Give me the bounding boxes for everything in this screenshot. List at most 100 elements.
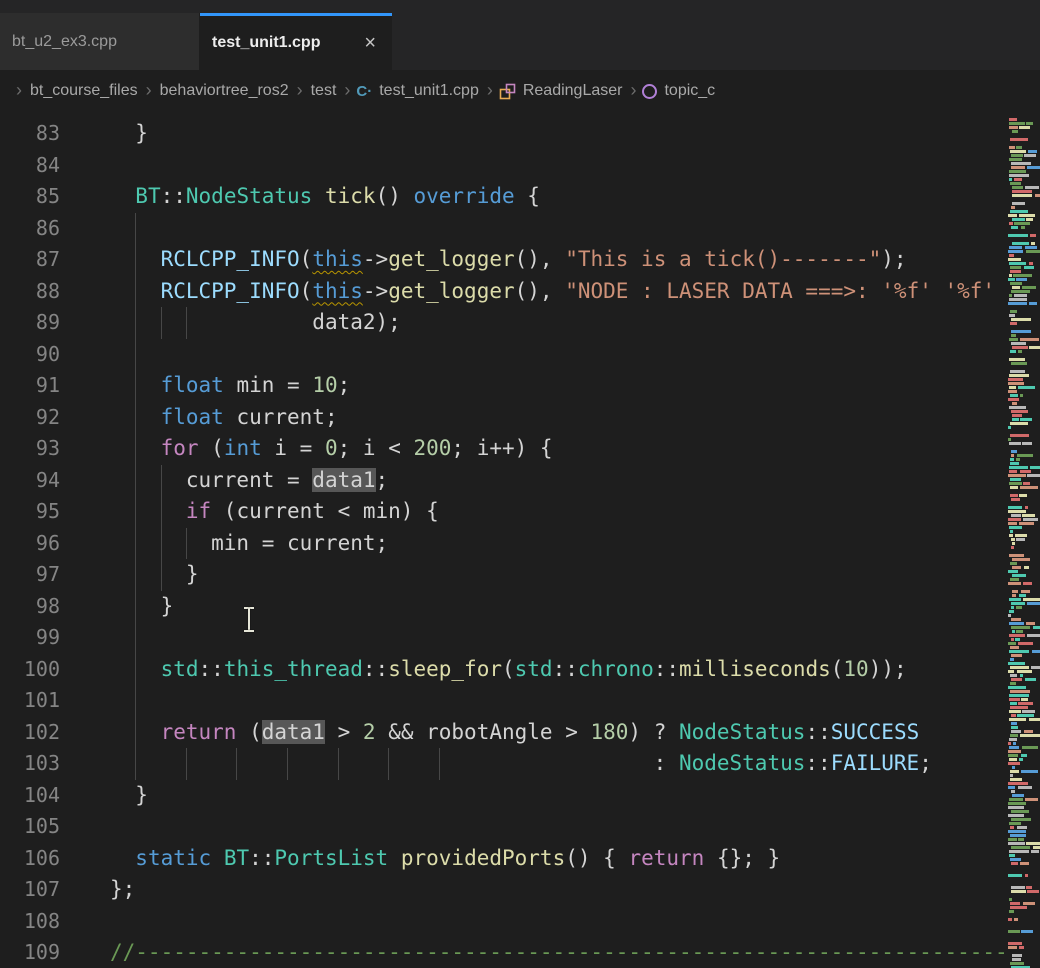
code-token <box>388 846 401 870</box>
indent-guide <box>135 717 136 749</box>
line-number: 86 <box>0 213 60 245</box>
line-number: 85 <box>0 181 60 213</box>
indent-guide <box>186 307 187 339</box>
code-token: current = <box>110 468 312 492</box>
indent-guide <box>135 591 136 623</box>
code-token: (current < min) { <box>211 499 439 523</box>
code-token: min = current; <box>110 531 388 555</box>
code-token: ; i < <box>338 436 414 460</box>
code-token: if <box>186 499 211 523</box>
line-number: 102 <box>0 717 60 749</box>
code-token: )); <box>869 657 907 681</box>
code-token: chrono <box>578 657 654 681</box>
code-token: :: <box>805 720 830 744</box>
code-token: NodeStatus <box>186 184 312 208</box>
indent-guide <box>135 402 136 434</box>
code-line: 101 <box>0 685 1040 717</box>
indent-guide <box>135 370 136 402</box>
code-line: 106 static BT::PortsList providedPorts()… <box>0 843 1040 875</box>
code-token: this_thread <box>224 657 363 681</box>
breadcrumb: › bt_course_files › behaviortree_ros2 › … <box>0 70 1040 112</box>
tab-bt_u2_ex3[interactable]: bt_u2_ex3.cpp <box>0 13 200 70</box>
code-token: && robotAngle > <box>376 720 591 744</box>
code-token: :: <box>654 657 679 681</box>
code-line: 100 std::this_thread::sleep_for(std::chr… <box>0 654 1040 686</box>
code-token: return <box>628 846 704 870</box>
line-number: 104 <box>0 780 60 812</box>
code-token: } <box>110 594 173 618</box>
code-line: 92 float current; <box>0 402 1040 434</box>
cpp-file-icon: C· <box>356 83 372 100</box>
code-token: return <box>161 720 237 744</box>
code-line: 84 <box>0 150 1040 182</box>
code-line: 90 <box>0 339 1040 371</box>
breadcrumb-item-test_unit1-cpp[interactable]: test_unit1.cpp <box>377 82 481 100</box>
code-token: ( <box>236 720 261 744</box>
minimap[interactable] <box>1008 112 1040 968</box>
code-token: ); <box>376 310 401 334</box>
chevron-right-icon: › <box>140 80 158 101</box>
breadcrumb-item-bt_course_files[interactable]: bt_course_files <box>28 82 140 100</box>
code-token <box>110 184 135 208</box>
code-token: : <box>110 751 679 775</box>
code-line: 85 BT::NodeStatus tick() override { <box>0 181 1040 213</box>
method-icon <box>642 84 657 99</box>
chevron-right-icon: › <box>624 80 642 101</box>
code-line: 83 } <box>0 118 1040 150</box>
line-number: 92 <box>0 402 60 434</box>
close-icon[interactable]: × <box>360 32 380 55</box>
indent-guide <box>135 465 136 497</box>
code-token: (), <box>515 279 566 303</box>
code-token: providedPorts <box>401 846 565 870</box>
tab-label: test_unit1.cpp <box>212 34 320 52</box>
line-number: 101 <box>0 685 60 717</box>
code-line: 89 data2); <box>0 307 1040 339</box>
breadcrumb-item-test[interactable]: test <box>309 82 339 100</box>
line-number: 105 <box>0 811 60 843</box>
code-line: 86 <box>0 213 1040 245</box>
code-editor[interactable]: 83 }8485 BT::NodeStatus tick() override … <box>0 112 1040 968</box>
code-line: 107}; <box>0 874 1040 906</box>
code-token: SUCCESS <box>831 720 920 744</box>
code-token: ); <box>881 247 906 271</box>
breadcrumb-item-readinglaser[interactable]: ReadingLaser <box>521 82 625 100</box>
code-token: {}; } <box>704 846 780 870</box>
code-token: :: <box>249 846 274 870</box>
code-token: current; <box>224 405 338 429</box>
code-token: "NODE : LASER DATA ===>: '%f' '%f' <box>565 279 995 303</box>
indent-guide <box>388 748 389 780</box>
indent-guide <box>135 496 136 528</box>
code-token: override <box>414 184 515 208</box>
line-number: 96 <box>0 528 60 560</box>
code-token <box>211 846 224 870</box>
code-line: 95 if (current < min) { <box>0 496 1040 528</box>
line-number: 94 <box>0 465 60 497</box>
code-token: (), <box>515 247 566 271</box>
indent-guide <box>161 528 162 560</box>
code-line: 96 min = current; <box>0 528 1040 560</box>
indent-guide <box>186 748 187 780</box>
tab-test_unit1[interactable]: test_unit1.cpp × <box>200 13 392 70</box>
code-token: data2 <box>312 310 375 334</box>
code-token: sleep_for <box>388 657 502 681</box>
indent-guide <box>135 748 136 780</box>
indent-guide <box>135 433 136 465</box>
breadcrumb-item-behaviortree_ros2[interactable]: behaviortree_ros2 <box>158 82 291 100</box>
indent-guide <box>161 496 162 528</box>
code-token: ( <box>831 657 844 681</box>
code-token: NodeStatus <box>679 720 805 744</box>
code-token: ( <box>300 279 313 303</box>
code-line: 97 } <box>0 559 1040 591</box>
code-token: ( <box>502 657 515 681</box>
breadcrumb-item-topic[interactable]: topic_c <box>662 82 717 100</box>
code-token: 10 <box>843 657 868 681</box>
code-token: data1 <box>312 468 375 492</box>
code-line: 104 } <box>0 780 1040 812</box>
indent-guide <box>287 748 288 780</box>
line-number: 103 <box>0 748 60 780</box>
code-line: 98 } <box>0 591 1040 623</box>
editor-lines: 83 }8485 BT::NodeStatus tick() override … <box>0 118 1040 968</box>
line-number: 88 <box>0 276 60 308</box>
indent-guide <box>135 213 136 245</box>
code-token: 10 <box>312 373 337 397</box>
